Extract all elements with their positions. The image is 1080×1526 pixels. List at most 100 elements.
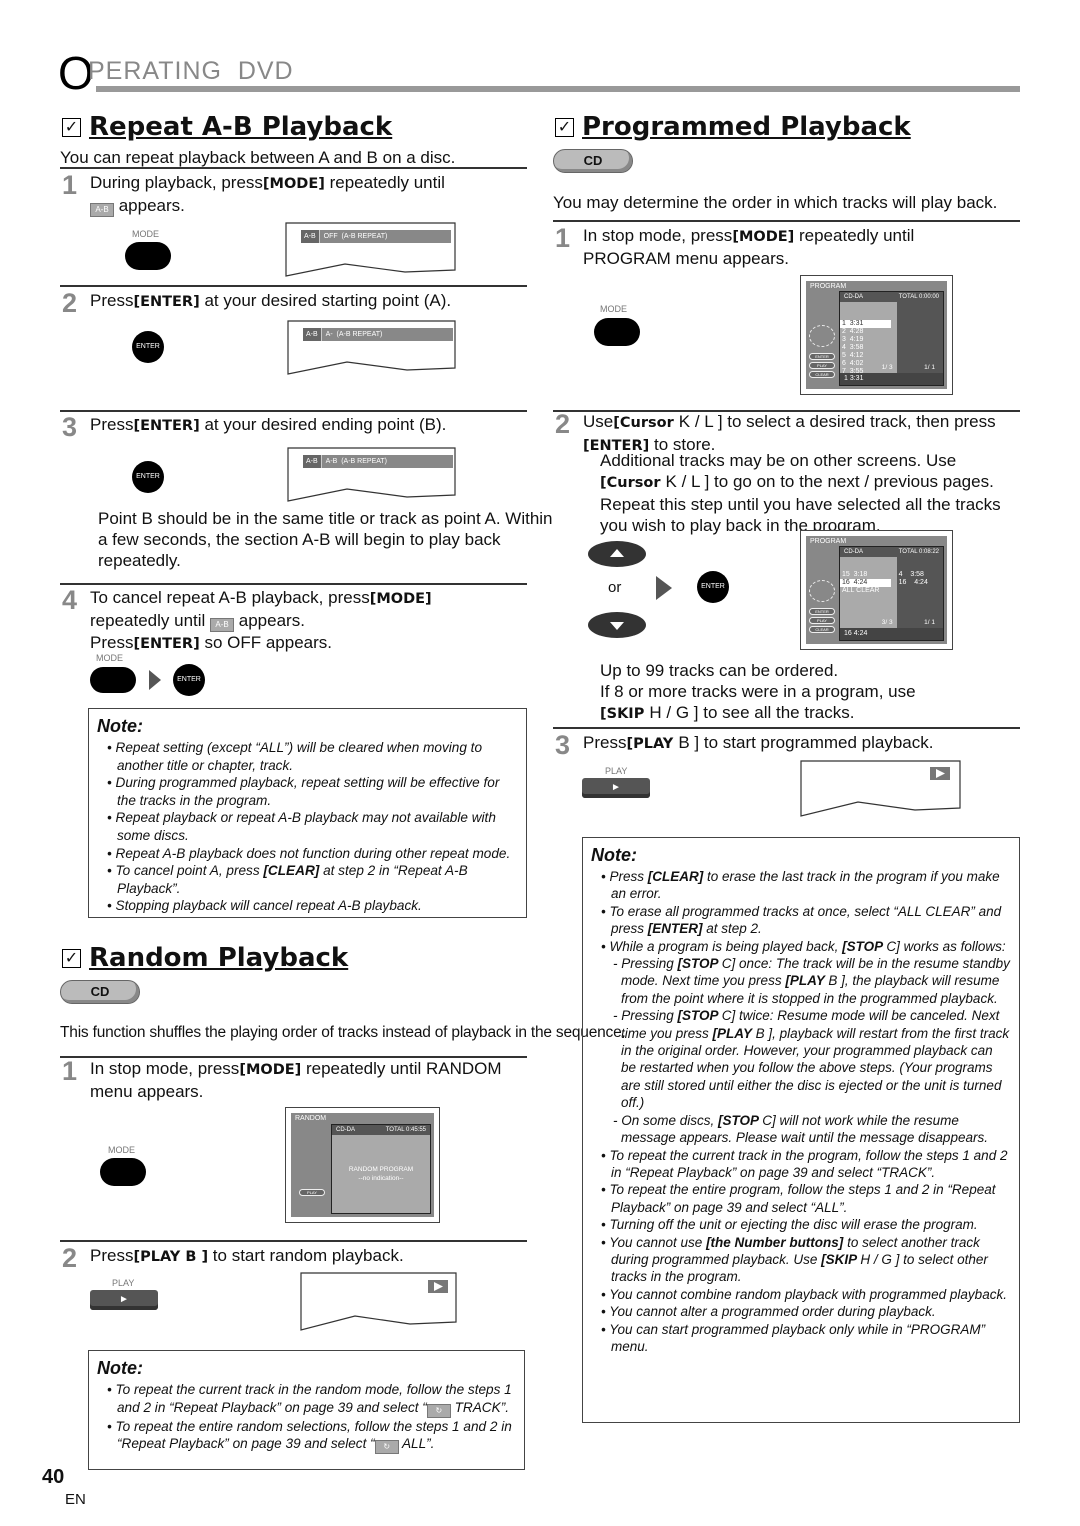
cursor-down-button[interactable] — [588, 612, 646, 638]
checkbox-icon: ✓ — [62, 118, 81, 137]
button-ref: [ENTER] — [133, 294, 200, 310]
note-title: Note: — [591, 845, 637, 865]
note-title: Note: — [97, 716, 143, 736]
text: Repeat A-B playback does not function du… — [115, 845, 511, 861]
prog-note-box: Note: • Press [CLEAR] to erase the last … — [582, 837, 1020, 1423]
step-number: 2 — [555, 409, 571, 439]
button-ref: [ENTER] — [133, 418, 200, 434]
text: repeatedly until — [324, 173, 445, 192]
divider — [60, 583, 527, 585]
play-osd-screen — [800, 760, 962, 820]
text: During playback, press — [90, 173, 263, 192]
mode-button[interactable] — [90, 667, 136, 693]
ab-step-1: 1 During playback, press[MODE] repeatedly… — [62, 172, 522, 217]
arrow-right-icon — [656, 576, 672, 600]
enter-button[interactable]: ENTER — [173, 664, 205, 696]
osd-title: PROGRAM — [810, 538, 847, 545]
enter-button[interactable]: ENTER — [132, 331, 164, 363]
text: - On some discs, — [613, 1112, 719, 1128]
random-osd-screen: RANDOM CD-DA TOTAL 0:45:55 RANDOM PROGRAM… — [285, 1107, 440, 1223]
osd-cursor-pad — [809, 325, 835, 347]
enter-button[interactable]: ENTER — [132, 461, 164, 493]
step-text: In stop mode, press[MODE] repeatedly unt… — [90, 1059, 502, 1101]
osd-page-right: 1/ 1 — [924, 619, 935, 626]
osd-page-right: 1/ 1 — [924, 364, 935, 371]
prog-intro: You may determine the order in which tra… — [553, 193, 998, 212]
button-ref: [STOP — [842, 938, 887, 954]
osd-track-list: 15 3:18 16 4:24 ALL CLEAR 3/ 3 — [840, 557, 897, 628]
repeat-icon: ↻ — [374, 1440, 399, 1455]
text: To repeat the current track in the progr… — [609, 1147, 1008, 1180]
cursor-up-button[interactable] — [588, 541, 646, 567]
note-item: • To cancel point A, press [CLEAR] at st… — [97, 862, 518, 897]
divider — [60, 410, 527, 412]
play-button[interactable]: ► — [582, 778, 650, 798]
button-ref: [Cursor — [600, 475, 666, 491]
bullet: • — [601, 1234, 610, 1250]
text: If 8 or more tracks were in a program, u… — [600, 682, 916, 701]
osd-inner: PROGRAM ENTER PLAY CLEAR CD-DA TOTAL 0:00:00 1… — [806, 281, 947, 389]
text: Repeat this step until you have selected… — [600, 495, 1001, 514]
osd-track-row: 16 4:24 — [840, 579, 891, 587]
program-osd-screen-2: PROGRAM ENTER PLAY CLEAR CD-DA TOTAL 0:08:22 1… — [800, 530, 953, 650]
prog-step-1: 1 In stop mode, press[MODE] repeatedly un… — [555, 225, 1025, 269]
osd-screen-ab: A-B A-B (A-B REPEAT) — [287, 447, 457, 503]
step-number: 1 — [555, 223, 571, 253]
text: Press — [90, 291, 134, 310]
osd-track-row: 3 4:19 — [842, 336, 864, 343]
point-b-text: Point B should be in the same title or t… — [98, 509, 553, 570]
program-osd-screen-1: PROGRAM ENTER PLAY CLEAR CD-DA TOTAL 0:00:00 1… — [800, 275, 953, 395]
osd-screen-a: A-B A- (A-B REPEAT) — [287, 320, 457, 376]
mode-label: MODE — [600, 304, 627, 314]
ab-step-4: 4 To cancel repeat A-B playback, press[MO… — [62, 587, 522, 655]
note-item: • To repeat the current track in the ran… — [97, 1381, 516, 1418]
text: K / L ] to select a desired track, then … — [678, 412, 996, 431]
text: at step 2. — [702, 921, 762, 937]
text: You cannot combine random playback with … — [609, 1286, 1007, 1302]
text: Press — [90, 1246, 134, 1265]
divider — [553, 727, 1020, 729]
note-item: - Pressing [STOP C] once: The track will… — [591, 955, 1011, 1007]
button-ref: [PLAY — [712, 1025, 756, 1041]
ab-note-box: Note: • Repeat setting (except “ALL”) wi… — [88, 708, 527, 918]
osd-text: OFF (A-B REPEAT) — [323, 233, 388, 240]
osd-text: A- (A-B REPEAT) — [325, 331, 383, 338]
osd-main: CD-DA TOTAL 0:00:00 1 3:31 2 4:28 3 4:19 4 3:… — [839, 291, 944, 386]
mode-button[interactable] — [594, 318, 640, 346]
button-ref: [SKIP — [600, 706, 650, 722]
play-button[interactable]: ► — [90, 1290, 158, 1310]
enter-button[interactable]: ENTER — [697, 571, 729, 603]
osd-enter-pill: ENTER — [809, 353, 835, 360]
step-number: 1 — [62, 1056, 78, 1086]
text: PROGRAM menu appears. — [583, 249, 789, 268]
text: TRACK”. — [450, 1399, 509, 1415]
osd-play-pill: PLAY — [809, 617, 835, 624]
note-item: • You cannot alter a programmed order du… — [591, 1303, 1011, 1320]
button-ref: [PLAY — [785, 973, 829, 989]
arrow-right-icon — [149, 670, 161, 690]
osd-clear-pill: CLEAR — [809, 626, 835, 633]
mode-button[interactable] — [125, 242, 171, 270]
bullet: • — [107, 1418, 116, 1434]
button-ref: [STOP — [677, 1008, 722, 1024]
osd-disc: CD-DA — [844, 294, 863, 300]
note-title: Note: — [97, 1358, 143, 1378]
osd-header: CD-DA TOTAL 0:00:00 — [840, 292, 943, 302]
ab-repeat-icon: A-B — [301, 230, 320, 243]
tracks-paragraph: Up to 99 tracks can be ordered. If 8 or m… — [600, 660, 1040, 725]
osd-inner: PROGRAM ENTER PLAY CLEAR CD-DA TOTAL 0:08:22 1… — [806, 536, 947, 644]
osd-screen-off: A-B OFF (A-B REPEAT) — [285, 222, 457, 278]
play-label: PLAY — [605, 766, 628, 776]
random-note-box: Note: • To repeat the current track in t… — [88, 1350, 525, 1470]
cd-badge: CD — [60, 980, 140, 1004]
osd-enter-pill: ENTER — [809, 608, 835, 615]
osd-main: CD-DA TOTAL 0:08:22 15 3:18 16 4:24 ALL CLEA… — [839, 546, 944, 641]
text: In stop mode, press — [90, 1059, 240, 1078]
osd-title: RANDOM — [295, 1115, 327, 1122]
note-item: • You can start programmed playback only… — [591, 1321, 1011, 1356]
text: To repeat the entire program, follow the… — [609, 1182, 996, 1215]
button-ref: [CLEAR] — [263, 863, 320, 879]
button-ref: [SKIP — [821, 1251, 861, 1267]
mode-button[interactable] — [100, 1158, 146, 1186]
step-text: Press[PLAY B ] to start programmed playb… — [583, 733, 933, 752]
